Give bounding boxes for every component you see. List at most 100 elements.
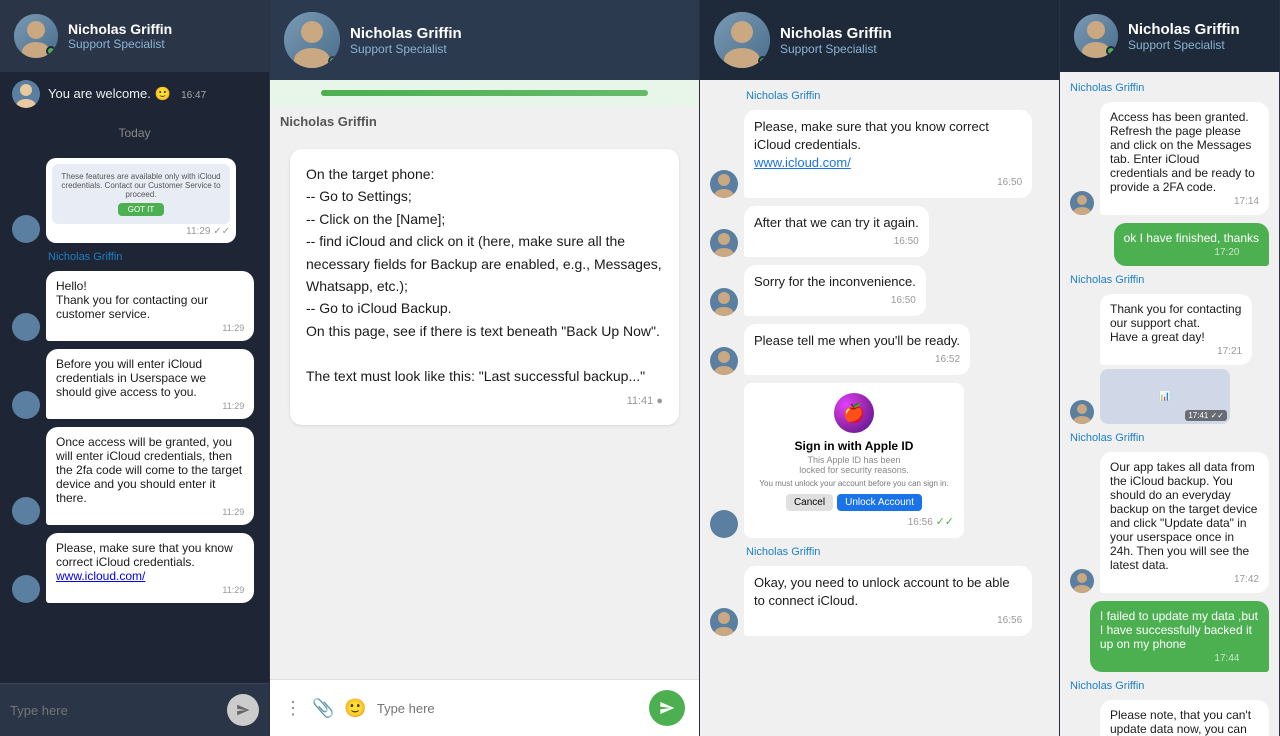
chat-panel-3: Nicholas Griffin Support Specialist Nich…	[700, 0, 1060, 736]
sender-avatar-p3-2	[710, 229, 738, 257]
panel1-message-hello: Hello! Thank you for contacting our cust…	[12, 271, 257, 341]
panel3-bubble-4: Please tell me when you'll be ready. 16:…	[744, 324, 970, 375]
sender-avatar-3	[12, 391, 40, 419]
apple-buttons: Cancel Unlock Account	[754, 494, 954, 511]
panel1-date-divider: Today	[0, 122, 269, 144]
sender-avatar-p4-4	[1070, 569, 1094, 593]
panel2-progress-bar	[321, 90, 648, 96]
panel2-instruction-bubble: On the target phone: -- Go to Settings; …	[290, 149, 679, 425]
panel3-msg-1: Please, make sure that you know correct …	[710, 110, 1049, 198]
panel4-sender-1: Nicholas Griffin	[1070, 82, 1269, 94]
panel1-message-please: Please, make sure that you know correct …	[12, 533, 257, 603]
panel4-sender-6: Nicholas Griffin	[1070, 680, 1269, 692]
panel1-contact-role: Support Specialist	[68, 37, 255, 51]
panel3-msg-3: Sorry for the inconvenience. 16:50	[710, 265, 1049, 316]
panel3-msg-2: After that we can try it again. 16:50	[710, 206, 1049, 257]
sender-avatar-5	[12, 575, 40, 603]
panel3-online-indicator	[758, 56, 768, 66]
panel1-bubble-screenshot: These features are available only with i…	[46, 158, 236, 243]
panel3-msg-6: Okay, you need to unlock account to be a…	[710, 566, 1049, 635]
sender-avatar-p3-1	[710, 170, 738, 198]
panel1-bubble-before: Before you will enter iCloud credentials…	[46, 349, 254, 419]
panel3-bubble-2: After that we can try it again. 16:50	[744, 206, 929, 257]
panel2-send-button[interactable]	[649, 690, 685, 726]
panel3-header-info: Nicholas Griffin Support Specialist	[780, 25, 1045, 56]
panel2-message-time: 11:41 ●	[306, 393, 663, 411]
sender-avatar-2	[12, 313, 40, 341]
panel3-apple-screenshot-row: 🍎 Sign in with Apple ID This Apple ID ha…	[710, 383, 1049, 538]
panel4-bubble-3-container: Thank you for contacting our support cha…	[1100, 294, 1269, 424]
panel3-sender-name-6: Nicholas Griffin	[746, 546, 1049, 558]
panel4-bubble-6: Please note, that you can't update data …	[1100, 700, 1269, 736]
panel2-sender-name: Nicholas Griffin	[270, 106, 699, 129]
sender-avatar-p4-3	[1070, 400, 1094, 424]
panel1-bubble-please: Please, make sure that you know correct …	[46, 533, 254, 603]
online-indicator	[46, 46, 56, 56]
more-options-icon[interactable]: ⋮	[284, 698, 302, 719]
sender-avatar-4	[12, 497, 40, 525]
panel1-type-area	[0, 683, 269, 736]
panel3-header: Nicholas Griffin Support Specialist	[700, 0, 1059, 80]
avatar	[14, 14, 58, 58]
panel2-online-indicator	[328, 56, 338, 66]
panel1-send-button[interactable]	[227, 694, 259, 726]
panel2-type-input[interactable]	[377, 701, 639, 716]
panel1-bubble-hello: Hello! Thank you for contacting our cust…	[46, 271, 254, 341]
sender-avatar-p4-1	[1070, 191, 1094, 215]
panel3-bubble-6: Okay, you need to unlock account to be a…	[744, 566, 1032, 635]
apple-locked-msg: This Apple ID has beenlocked for securit…	[754, 455, 954, 475]
sender-avatar-p3-3	[710, 288, 738, 316]
apple-cancel-button[interactable]: Cancel	[786, 494, 833, 511]
panel1-messages: These features are available only with i…	[0, 150, 269, 683]
panel1-sender-name-1: Nicholas Griffin	[48, 251, 257, 263]
panel1-type-input[interactable]	[10, 703, 219, 718]
panel4-bubble-3: Thank you for contacting our support cha…	[1100, 294, 1252, 365]
apple-desc: You must unlock your account before you …	[754, 479, 954, 488]
panel2-header-info: Nicholas Griffin Support Specialist	[350, 25, 685, 56]
panel2-contact-name: Nicholas Griffin	[350, 25, 685, 42]
icloud-link-2[interactable]: www.icloud.com/	[754, 155, 851, 170]
sender-avatar-p3-6	[710, 608, 738, 636]
panel4-bubble-4: Our app takes all data from the iCloud b…	[1100, 452, 1269, 593]
panel2-messages: On the target phone: -- Go to Settings; …	[270, 129, 699, 679]
sender-avatar	[12, 215, 40, 243]
panel4-avatar	[1074, 14, 1118, 58]
panel1-header: Nicholas Griffin Support Specialist	[0, 0, 269, 72]
panel1-welcome-content: You are welcome. 🙂 16:47	[48, 85, 257, 103]
panel4-contact-role: Support Specialist	[1128, 38, 1265, 52]
panel1-user-avatar	[12, 80, 40, 108]
panel1-welcome-text: You are welcome. 🙂	[48, 86, 171, 101]
panel2-avatar	[284, 12, 340, 68]
panel4-msg-3: Thank you for contacting our support cha…	[1070, 294, 1269, 424]
panel3-contact-role: Support Specialist	[780, 42, 1045, 56]
sender-avatar-p3-4	[710, 347, 738, 375]
got-it-button: GOT IT	[118, 203, 165, 216]
apple-screenshot-time: 16:56 ✓✓	[754, 515, 954, 528]
emoji-icon[interactable]: 🙂	[344, 698, 366, 719]
screenshot-thumbnail: These features are available only with i…	[52, 164, 230, 224]
panel3-bubble-3: Sorry for the inconvenience. 16:50	[744, 265, 926, 316]
panel4-contact-name: Nicholas Griffin	[1128, 21, 1265, 38]
apple-logo-circle: 🍎	[834, 393, 874, 433]
sender-avatar-p3-5	[710, 510, 738, 538]
panel1-message-1: These features are available only with i…	[12, 158, 257, 243]
panel3-bubble-1: Please, make sure that you know correct …	[744, 110, 1032, 198]
attachment-icon[interactable]: 📎	[312, 698, 334, 719]
panel3-avatar	[714, 12, 770, 68]
panel2-icon-group: ⋮ 📎 🙂	[284, 698, 367, 719]
panel2-progress-area	[270, 80, 699, 106]
panel2-type-area: ⋮ 📎 🙂	[270, 679, 699, 736]
panel4-sender-3: Nicholas Griffin	[1070, 274, 1269, 286]
icloud-link-1[interactable]: www.icloud.com/	[56, 569, 145, 583]
panel3-apple-screenshot-container: 🍎 Sign in with Apple ID This Apple ID ha…	[744, 383, 964, 538]
panel1-message-once: Once access will be granted, you will en…	[12, 427, 257, 525]
chat-panel-2: Nicholas Griffin Support Specialist Nich…	[270, 0, 700, 736]
panel1-contact-name: Nicholas Griffin	[68, 21, 255, 37]
chat-panel-4: Nicholas Griffin Support Specialist Nich…	[1060, 0, 1280, 736]
apple-unlock-button[interactable]: Unlock Account	[837, 494, 922, 511]
panel2-header: Nicholas Griffin Support Specialist	[270, 0, 699, 80]
panel1-message-before: Before you will enter iCloud credentials…	[12, 349, 257, 419]
panel3-msg-4: Please tell me when you'll be ready. 16:…	[710, 324, 1049, 375]
panel4-bubble-1: Access has been granted. Refresh the pag…	[1100, 102, 1269, 215]
panel1-bubble-once: Once access will be granted, you will en…	[46, 427, 254, 525]
